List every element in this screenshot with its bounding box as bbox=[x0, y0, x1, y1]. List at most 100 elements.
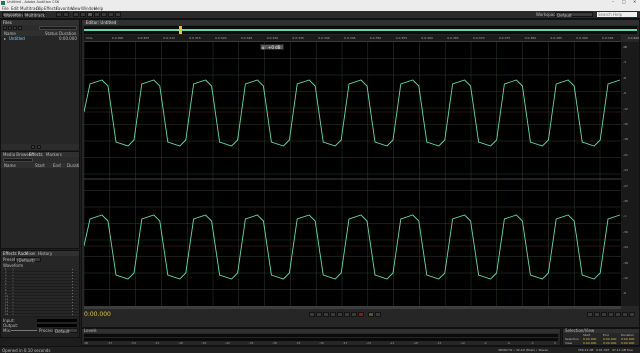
overview-view-handle[interactable] bbox=[179, 26, 182, 34]
ruler-label: 0.0:345 bbox=[344, 35, 356, 40]
db-scale-label: -6 bbox=[623, 291, 626, 296]
marquee-tool-button[interactable] bbox=[94, 12, 100, 17]
level-scale-label: -45 bbox=[201, 340, 207, 345]
tab-levels[interactable]: Levels bbox=[84, 329, 97, 333]
tab-mixer[interactable]: Mixer bbox=[25, 251, 36, 256]
files-search-input[interactable] bbox=[39, 26, 77, 30]
ruler-label: 0.0:325 bbox=[240, 35, 253, 40]
ruler-label: 0.0:300 bbox=[111, 35, 124, 40]
scroll-thumb[interactable] bbox=[84, 306, 621, 309]
db-scale-label: -3 bbox=[623, 60, 626, 65]
media-header: Name Start End Durati bbox=[1, 163, 79, 168]
menu-view[interactable]: View bbox=[71, 6, 81, 11]
db-scale-label: -6 bbox=[623, 75, 626, 80]
media-search-input[interactable] bbox=[3, 158, 33, 162]
lasso-tool-button[interactable] bbox=[101, 12, 107, 17]
sv-view-duration[interactable]: 0:00.000 bbox=[621, 341, 634, 345]
presets-select[interactable]: (Default) bbox=[15, 257, 41, 262]
next-button[interactable] bbox=[351, 312, 357, 317]
files-col-name[interactable]: Name bbox=[4, 31, 16, 36]
menu-help[interactable]: Help bbox=[94, 6, 103, 11]
window-title: Untitled - Adobe Audition CS6 bbox=[7, 0, 60, 4]
tab-history[interactable]: History bbox=[38, 251, 52, 256]
db-scale-label: -12 bbox=[623, 276, 628, 280]
loop-button[interactable] bbox=[368, 312, 374, 317]
tab-editor[interactable]: Editor: Untitled bbox=[84, 20, 119, 25]
time-selection-tool-button[interactable] bbox=[87, 12, 93, 17]
media-col-duration[interactable]: Durati bbox=[67, 163, 79, 168]
file-row-name[interactable]: Untitled bbox=[9, 36, 25, 41]
menu-clip[interactable]: Clip bbox=[36, 6, 44, 11]
close-file-icon[interactable] bbox=[18, 26, 22, 30]
level-scale-label: -54 bbox=[131, 340, 136, 345]
media-col-start[interactable]: Start bbox=[35, 163, 45, 168]
waveform-area[interactable]: ◐ +0 dB bbox=[84, 42, 621, 306]
sv-view-start[interactable]: 0:00.000 bbox=[583, 341, 596, 345]
files-col-status[interactable]: Status bbox=[45, 31, 58, 36]
level-scale-label: -15 bbox=[436, 340, 442, 345]
files-delete-icon[interactable] bbox=[37, 145, 41, 149]
media-browser-panel: Media Browser Effects Markers Name Start… bbox=[0, 151, 80, 249]
files-col-duration[interactable]: Duration bbox=[59, 31, 76, 36]
editor-tab-bar: Editor: Untitled bbox=[82, 20, 639, 25]
new-file-icon[interactable] bbox=[13, 26, 17, 30]
tab-effects-rack[interactable]: Effects Rack bbox=[3, 251, 28, 256]
multitrack-view-button[interactable]: Multitrack bbox=[23, 12, 45, 17]
healing-tool-button[interactable] bbox=[115, 12, 121, 17]
brush-tool-button[interactable] bbox=[108, 12, 114, 17]
files-settings-icon[interactable] bbox=[31, 145, 35, 149]
file-expand-icon[interactable]: ▸ bbox=[4, 36, 6, 41]
menu-file[interactable]: File bbox=[2, 6, 9, 11]
move-tool-button[interactable] bbox=[73, 12, 79, 17]
zoom-out-amplitude-button[interactable] bbox=[594, 312, 600, 317]
rewind-button[interactable] bbox=[337, 312, 343, 317]
files-footer bbox=[1, 144, 79, 150]
zoom-full-button[interactable] bbox=[615, 312, 621, 317]
zoom-out-time-button[interactable] bbox=[608, 312, 614, 317]
level-scale-label: -3 bbox=[530, 340, 534, 345]
import-file-icon[interactable] bbox=[8, 26, 12, 30]
menu-edit[interactable]: Edit bbox=[11, 6, 19, 11]
mix-slider[interactable] bbox=[11, 330, 37, 331]
skip-button[interactable] bbox=[375, 312, 381, 317]
maximize-button[interactable]: □ bbox=[622, 0, 626, 4]
hud-panel[interactable]: ◐ +0 dB bbox=[260, 44, 284, 50]
tab-files[interactable]: Files bbox=[3, 20, 12, 25]
ruler-label: hms bbox=[86, 35, 93, 40]
workspace-select[interactable]: Default bbox=[555, 12, 593, 17]
level-scale-label: -42 bbox=[225, 340, 230, 345]
zoom-in-time-button[interactable] bbox=[601, 312, 607, 317]
fast-forward-button[interactable] bbox=[344, 312, 350, 317]
ruler-label: 0.0:315 bbox=[189, 35, 201, 40]
sv-view-end[interactable]: 0:00.000 bbox=[603, 341, 616, 345]
close-button[interactable]: ✕ bbox=[633, 0, 636, 4]
timeline-ruler[interactable]: hms 0.0:300 0.0:305 0.0:310 0.0:315 0.0:320 0.… bbox=[84, 35, 639, 42]
media-col-name[interactable]: Name bbox=[4, 163, 16, 168]
open-file-icon[interactable] bbox=[3, 26, 7, 30]
level-scale-label: -57 bbox=[107, 340, 113, 345]
previous-button[interactable] bbox=[330, 312, 336, 317]
search-help-input[interactable]: Search Help bbox=[597, 12, 637, 17]
record-button[interactable] bbox=[358, 312, 364, 317]
output-meter bbox=[37, 324, 77, 327]
file-row[interactable]: ▸ Untitled 0:00.000 bbox=[1, 36, 79, 41]
minimize-button[interactable]: – bbox=[612, 0, 614, 4]
media-col-end[interactable]: End bbox=[53, 163, 61, 168]
overview-bar[interactable] bbox=[84, 26, 637, 34]
zoom-selection-button[interactable] bbox=[622, 312, 628, 317]
zoom-in-amplitude-button[interactable] bbox=[587, 312, 593, 317]
zoom-in-point-button[interactable] bbox=[629, 312, 635, 317]
stop-button[interactable] bbox=[309, 312, 315, 317]
tab-effects[interactable]: Effects bbox=[29, 152, 43, 157]
tab-markers[interactable]: Markers bbox=[46, 152, 62, 157]
play-button[interactable] bbox=[316, 312, 322, 317]
pitch-display-button[interactable] bbox=[63, 12, 69, 17]
db-scale-label: -21 bbox=[623, 152, 628, 157]
process-select[interactable]: Default bbox=[53, 328, 78, 333]
waveform-view-button[interactable]: Waveform bbox=[2, 12, 24, 17]
razor-tool-button[interactable] bbox=[80, 12, 86, 17]
spectral-display-button[interactable] bbox=[56, 12, 62, 17]
horizontal-scrollbar[interactable] bbox=[84, 306, 621, 309]
pause-button[interactable] bbox=[323, 312, 329, 317]
process-value: Default bbox=[55, 328, 70, 334]
